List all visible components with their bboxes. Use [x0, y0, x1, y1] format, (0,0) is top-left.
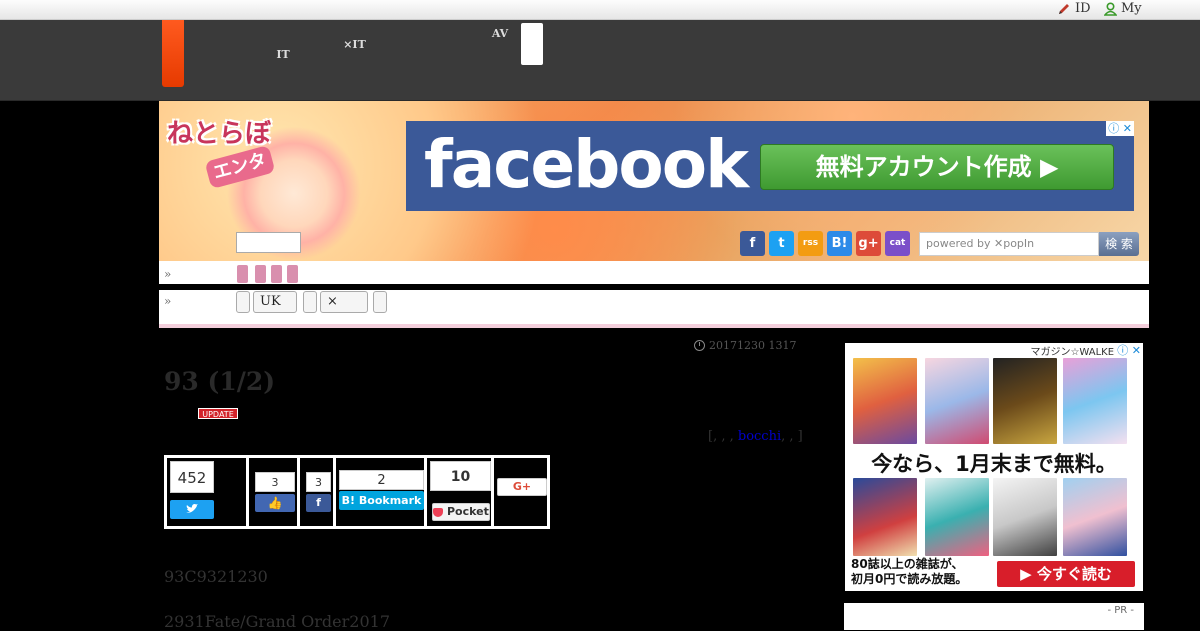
article-tags: [, , , bocchi, , ]	[708, 429, 803, 444]
google-plus-button[interactable]: G+	[497, 478, 547, 496]
ad-small-line: 80誌以上の雑誌が、	[851, 557, 964, 571]
hatena-icon[interactable]: B!	[827, 231, 852, 256]
site-logo[interactable]: ねとらぼ エンタ	[167, 119, 276, 190]
breadcrumb-marker: »	[164, 267, 172, 281]
nav-item-x-it[interactable]: ×IT	[338, 28, 371, 50]
ad-cta-label: 今すぐ読む	[1036, 565, 1112, 583]
tag-chip[interactable]	[237, 265, 248, 283]
hatena-bookmark[interactable]: 2 B! Bookmark	[339, 458, 427, 526]
rss-icon[interactable]: rss	[798, 231, 823, 256]
facebook-share-count: 3	[306, 472, 331, 492]
facebook-share-icon[interactable]: f	[306, 494, 331, 512]
site-banner: ねとらぼ エンタ facebook 無料アカウント作成 ▶ ⓘ ✕ f t rs…	[159, 101, 1149, 261]
pocket-icon	[433, 507, 444, 517]
twitter-share-button[interactable]	[170, 500, 214, 519]
thumbs-up-icon[interactable]: 👍	[255, 494, 295, 512]
facebook-like[interactable]: 3 👍	[252, 458, 300, 526]
ad-small-line: 初月0円で読み放題。	[851, 572, 968, 586]
tag-button[interactable]	[303, 291, 317, 313]
user-icon	[1104, 1, 1117, 16]
search-button[interactable]: 検 索	[1099, 232, 1139, 256]
nav-item-it[interactable]: IT	[272, 28, 294, 60]
tag-chip[interactable]	[271, 265, 282, 283]
magazine-cover	[925, 358, 989, 444]
tag-link-bocchi[interactable]: bocchi	[738, 429, 781, 444]
magazine-ad[interactable]: マガジン☆WALKER ⓘ ✕ 今なら、1月末まで無料。 80誌以上の雑誌が、 …	[845, 343, 1143, 591]
nav-item-line: IT	[276, 48, 290, 61]
login-link[interactable]: ID	[1057, 1, 1091, 16]
magazine-cover	[1063, 478, 1127, 556]
clock-icon	[694, 340, 705, 351]
tag-button[interactable]	[373, 291, 387, 313]
pencil-icon	[1059, 3, 1069, 14]
google-plus-share[interactable]: G+	[497, 458, 550, 526]
top-utility-bar: ID My	[0, 0, 1200, 20]
nav-item-line	[272, 28, 294, 39]
breadcrumb-row-2: » UK ×	[159, 290, 1149, 328]
share-buttons: 452 3 👍 3 f 2 B! Bookmark 10 Pocket G+	[164, 455, 550, 529]
tag-button-uk[interactable]: UK	[253, 291, 297, 313]
facebook-like-count: 3	[255, 472, 295, 492]
nav-item-av[interactable]: AV	[489, 28, 511, 50]
pocket-button[interactable]: Pocket	[432, 503, 490, 521]
pocket-label: Pocket	[446, 505, 489, 518]
hatena-bookmark-button[interactable]: B! Bookmark	[339, 491, 424, 510]
nav-item-line	[489, 39, 511, 50]
main-nav-bar: IT ×IT AV	[0, 20, 1200, 101]
mypage-label: My	[1121, 1, 1142, 16]
ad-promo-text: 今なら、1月末まで無料。	[845, 451, 1143, 477]
article-title: 93 (1/2)	[164, 367, 276, 396]
adchoices-icon[interactable]: ⓘ ✕	[1115, 343, 1143, 358]
logo-text: ねとらぼ	[167, 119, 272, 149]
search-input[interactable]: powered by ✕popIn	[919, 232, 1099, 256]
mypage-link[interactable]: My	[1104, 1, 1142, 16]
article-paragraph: 2931Fate/Grand Order2017	[164, 612, 391, 631]
nav-item-line: ×IT	[343, 38, 366, 51]
google-plus-icon[interactable]: g+	[856, 231, 881, 256]
facebook-ad[interactable]: facebook 無料アカウント作成 ▶ ⓘ ✕	[406, 121, 1134, 211]
ad-brand: マガジン☆WALKER	[1030, 347, 1121, 358]
breadcrumb-row-1: »	[159, 261, 1149, 287]
magazine-cover	[993, 478, 1057, 556]
ad-brand: facebook	[424, 126, 749, 203]
ad-cta-button[interactable]: ▶ 今すぐ読む	[997, 561, 1135, 587]
social-icons: f t rss B! g+ cat	[740, 231, 910, 256]
site-logo-tab[interactable]	[162, 20, 184, 87]
update-badge: UPDATE	[198, 408, 238, 419]
tags-prefix: [, , ,	[708, 429, 738, 444]
ad-small-text: 80誌以上の雑誌が、 初月0円で読み放題。	[851, 557, 967, 587]
pr-box: - PR -	[844, 603, 1144, 630]
facebook-icon[interactable]: f	[740, 231, 765, 256]
magazine-cover	[853, 358, 917, 444]
login-label: ID	[1075, 1, 1091, 16]
tag-button-x[interactable]: ×	[320, 291, 368, 313]
twitter-share[interactable]: 452	[167, 458, 249, 526]
nav-search-field[interactable]	[521, 23, 543, 65]
twitter-bird-icon	[186, 504, 198, 513]
magazine-cover	[993, 358, 1057, 444]
hatena-count: 2	[339, 470, 424, 490]
tag-chip[interactable]	[255, 265, 266, 283]
ad-cta-button[interactable]: 無料アカウント作成 ▶	[760, 144, 1114, 190]
tag-button[interactable]	[236, 291, 250, 313]
twitter-count: 452	[170, 461, 214, 493]
breadcrumb-marker: »	[164, 294, 172, 308]
cat-icon[interactable]: cat	[885, 231, 910, 256]
magazine-cover	[853, 478, 917, 556]
tags-suffix: , , ]	[781, 429, 803, 444]
tag-chip[interactable]	[287, 265, 298, 283]
pr-label: - PR -	[1107, 605, 1134, 616]
pocket-count: 10	[430, 461, 491, 491]
banner-input[interactable]	[236, 232, 301, 253]
magazine-cover	[925, 478, 989, 556]
article-date-text: 20171230 1317	[709, 339, 797, 352]
twitter-icon[interactable]: t	[769, 231, 794, 256]
adchoices-icon[interactable]: ⓘ ✕	[1106, 121, 1134, 136]
article-date: 20171230 1317	[694, 339, 796, 352]
article-paragraph: 93C9321230	[164, 567, 268, 586]
pocket-save[interactable]: 10 Pocket	[430, 458, 494, 526]
magazine-cover	[1063, 358, 1127, 444]
facebook-share[interactable]: 3 f	[303, 458, 336, 526]
